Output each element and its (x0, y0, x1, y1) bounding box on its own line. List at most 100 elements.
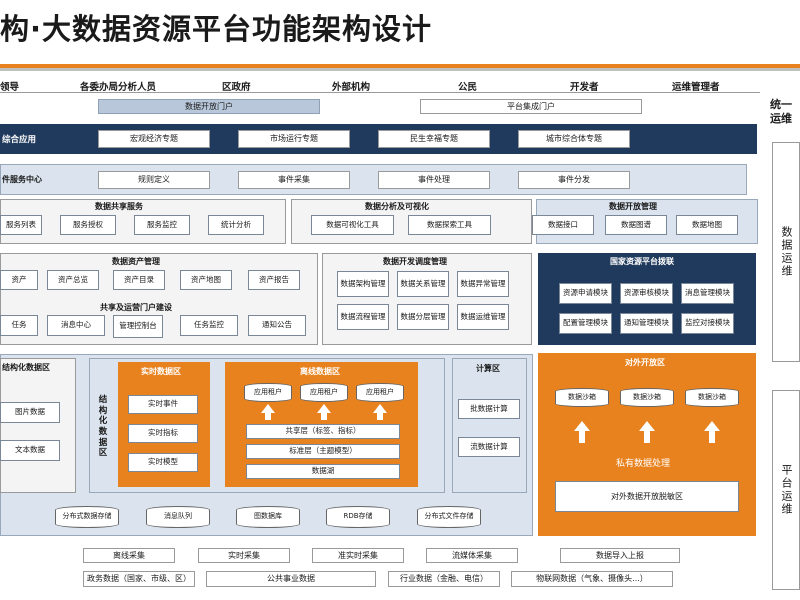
nat-review[interactable]: 资源审核模块 (620, 283, 673, 304)
viz-title: 数据分析及可视化 (365, 202, 429, 211)
pb-task-monitor[interactable]: 任务监控 (180, 315, 238, 336)
pb-console[interactable]: 管理控制台 (113, 315, 163, 338)
explore-tool[interactable]: 数据探索工具 (408, 215, 491, 235)
src-gov: 政务数据（国家、市级、区） (83, 571, 195, 587)
event-rule[interactable]: 规则定义 (98, 171, 210, 189)
share-monitor[interactable]: 服务监控 (134, 215, 190, 235)
unstruct-title: 结构化数据区 (2, 363, 50, 372)
collect-media[interactable]: 流媒体采集 (426, 548, 518, 563)
event-dispatch[interactable]: 事件分发 (518, 171, 630, 189)
app-market[interactable]: 市场运行专题 (238, 130, 350, 148)
pb-notice[interactable]: 通知公告 (248, 315, 306, 336)
dev-ops[interactable]: 数据运维管理 (457, 304, 509, 330)
nat-message[interactable]: 消息管理模块 (681, 283, 734, 304)
store-mq[interactable]: 消息队列 (146, 506, 210, 528)
share-auth[interactable]: 服务授权 (60, 215, 116, 235)
rt-metric[interactable]: 实时指标 (128, 424, 198, 443)
tenant-3[interactable]: 应用租户 (356, 383, 404, 402)
arrow-up-icon (644, 431, 650, 443)
dev-relation[interactable]: 数据关系管理 (397, 271, 449, 297)
ops-platform: 平台运维 (772, 390, 800, 590)
dev-arch[interactable]: 数据架构管理 (337, 271, 389, 297)
batch-compute[interactable]: 批数据计算 (458, 399, 520, 419)
unstruct-panel (0, 358, 76, 493)
rt-model[interactable]: 实时模型 (128, 453, 198, 472)
offline-title: 离线数据区 (300, 367, 340, 376)
viz-tool[interactable]: 数据可视化工具 (311, 215, 394, 235)
layer-share[interactable]: 共享层（标签、指标） (246, 424, 400, 439)
event-process[interactable]: 事件处理 (378, 171, 490, 189)
unstruct-image[interactable]: 图片数据 (0, 402, 60, 423)
collect-offline[interactable]: 离线采集 (83, 548, 175, 563)
store-graph[interactable]: 图数据库 (236, 506, 300, 528)
user-citizen: 公民 (458, 82, 478, 93)
national-title: 国家资源平台拨联 (610, 257, 674, 266)
portal-integration[interactable]: 平台集成门户 (420, 99, 642, 114)
user-leader: 领导 (0, 82, 20, 93)
realtime-title: 实时数据区 (141, 367, 181, 376)
app-city[interactable]: 城市综合体专题 (518, 130, 630, 148)
dev-flow[interactable]: 数据流程管理 (337, 304, 389, 330)
sandbox-2[interactable]: 数据沙箱 (620, 388, 674, 407)
stream-compute[interactable]: 流数据计算 (458, 437, 520, 457)
tenant-1[interactable]: 应用租户 (244, 383, 292, 402)
open-graph[interactable]: 数据图谱 (605, 215, 667, 235)
arrow-up-icon (709, 431, 715, 443)
tenant-2[interactable]: 应用租户 (300, 383, 348, 402)
nat-monitor[interactable]: 监控对接模块 (681, 313, 734, 334)
page-title: 构·大数据资源平台功能架构设计 (0, 12, 433, 46)
user-ops: 运维管理者 (672, 82, 720, 93)
assets-title: 数据资产管理 (112, 257, 160, 266)
asset-overview[interactable]: 资产总览 (47, 270, 99, 290)
title-rule-gray (0, 68, 800, 71)
open-map[interactable]: 数据地图 (676, 215, 738, 235)
pb-task[interactable]: 任务 (0, 315, 38, 336)
src-industry: 行业数据（金融、电信） (388, 571, 500, 587)
event-collect[interactable]: 事件采集 (238, 171, 350, 189)
arrow-up-icon (321, 412, 327, 420)
rt-event[interactable]: 实时事件 (128, 395, 198, 414)
share-title: 数据共享服务 (95, 202, 143, 211)
src-public: 公共事业数据 (206, 571, 376, 587)
store-rdb[interactable]: RDB存储 (326, 506, 390, 528)
desensitize-zone[interactable]: 对外数据开放脱敏区 (555, 481, 739, 512)
share-stats[interactable]: 统计分析 (208, 215, 264, 235)
unstruct-text[interactable]: 文本数据 (0, 440, 60, 461)
layer-lake[interactable]: 数据湖 (246, 464, 400, 479)
dev-anomaly[interactable]: 数据异常管理 (457, 271, 509, 297)
asset-report[interactable]: 资产报告 (248, 270, 300, 290)
compute-panel (452, 358, 527, 493)
compute-title: 计算区 (476, 364, 500, 373)
store-distributed[interactable]: 分布式数据存储 (55, 506, 119, 528)
collect-realtime[interactable]: 实时采集 (198, 548, 290, 563)
nat-config[interactable]: 配置管理模块 (559, 313, 612, 334)
nat-apply[interactable]: 资源申请模块 (559, 283, 612, 304)
app-livelihood[interactable]: 民生幸福专题 (378, 130, 490, 148)
asset-item[interactable]: 资产 (0, 270, 38, 290)
sandbox-3[interactable]: 数据沙箱 (685, 388, 739, 407)
app-macro[interactable]: 宏观经济专题 (98, 130, 210, 148)
asset-catalog[interactable]: 资产目录 (113, 270, 165, 290)
nat-notice[interactable]: 通知管理模块 (620, 313, 673, 334)
pb-message[interactable]: 消息中心 (47, 315, 105, 336)
collect-near-realtime[interactable]: 准实时采集 (312, 548, 404, 563)
openmgmt-title: 数据开放管理 (609, 202, 657, 211)
structured-label: 结构化数据区 (98, 395, 108, 459)
user-developer: 开发者 (570, 82, 599, 93)
user-analysts: 各委办局分析人员 (80, 82, 157, 93)
asset-map[interactable]: 资产地图 (180, 270, 232, 290)
layer-standard[interactable]: 标准层（主题模型） (246, 444, 400, 459)
dev-layer[interactable]: 数据分层管理 (397, 304, 449, 330)
ops-unified: 统一运维 (770, 98, 792, 126)
portal-open[interactable]: 数据开放门户 (98, 99, 320, 114)
collect-import[interactable]: 数据导入上报 (560, 548, 680, 563)
user-district: 区政府 (222, 82, 251, 93)
sandbox-1[interactable]: 数据沙箱 (555, 388, 609, 407)
arrow-up-icon (639, 421, 655, 431)
apps-title: 综合应用 (2, 135, 37, 145)
external-title: 对外开放区 (625, 358, 665, 367)
store-file[interactable]: 分布式文件存储 (417, 506, 481, 528)
events-title: 件服务中心 (2, 175, 42, 184)
open-api[interactable]: 数据接口 (532, 215, 594, 235)
share-list[interactable]: 服务列表 (0, 215, 42, 235)
